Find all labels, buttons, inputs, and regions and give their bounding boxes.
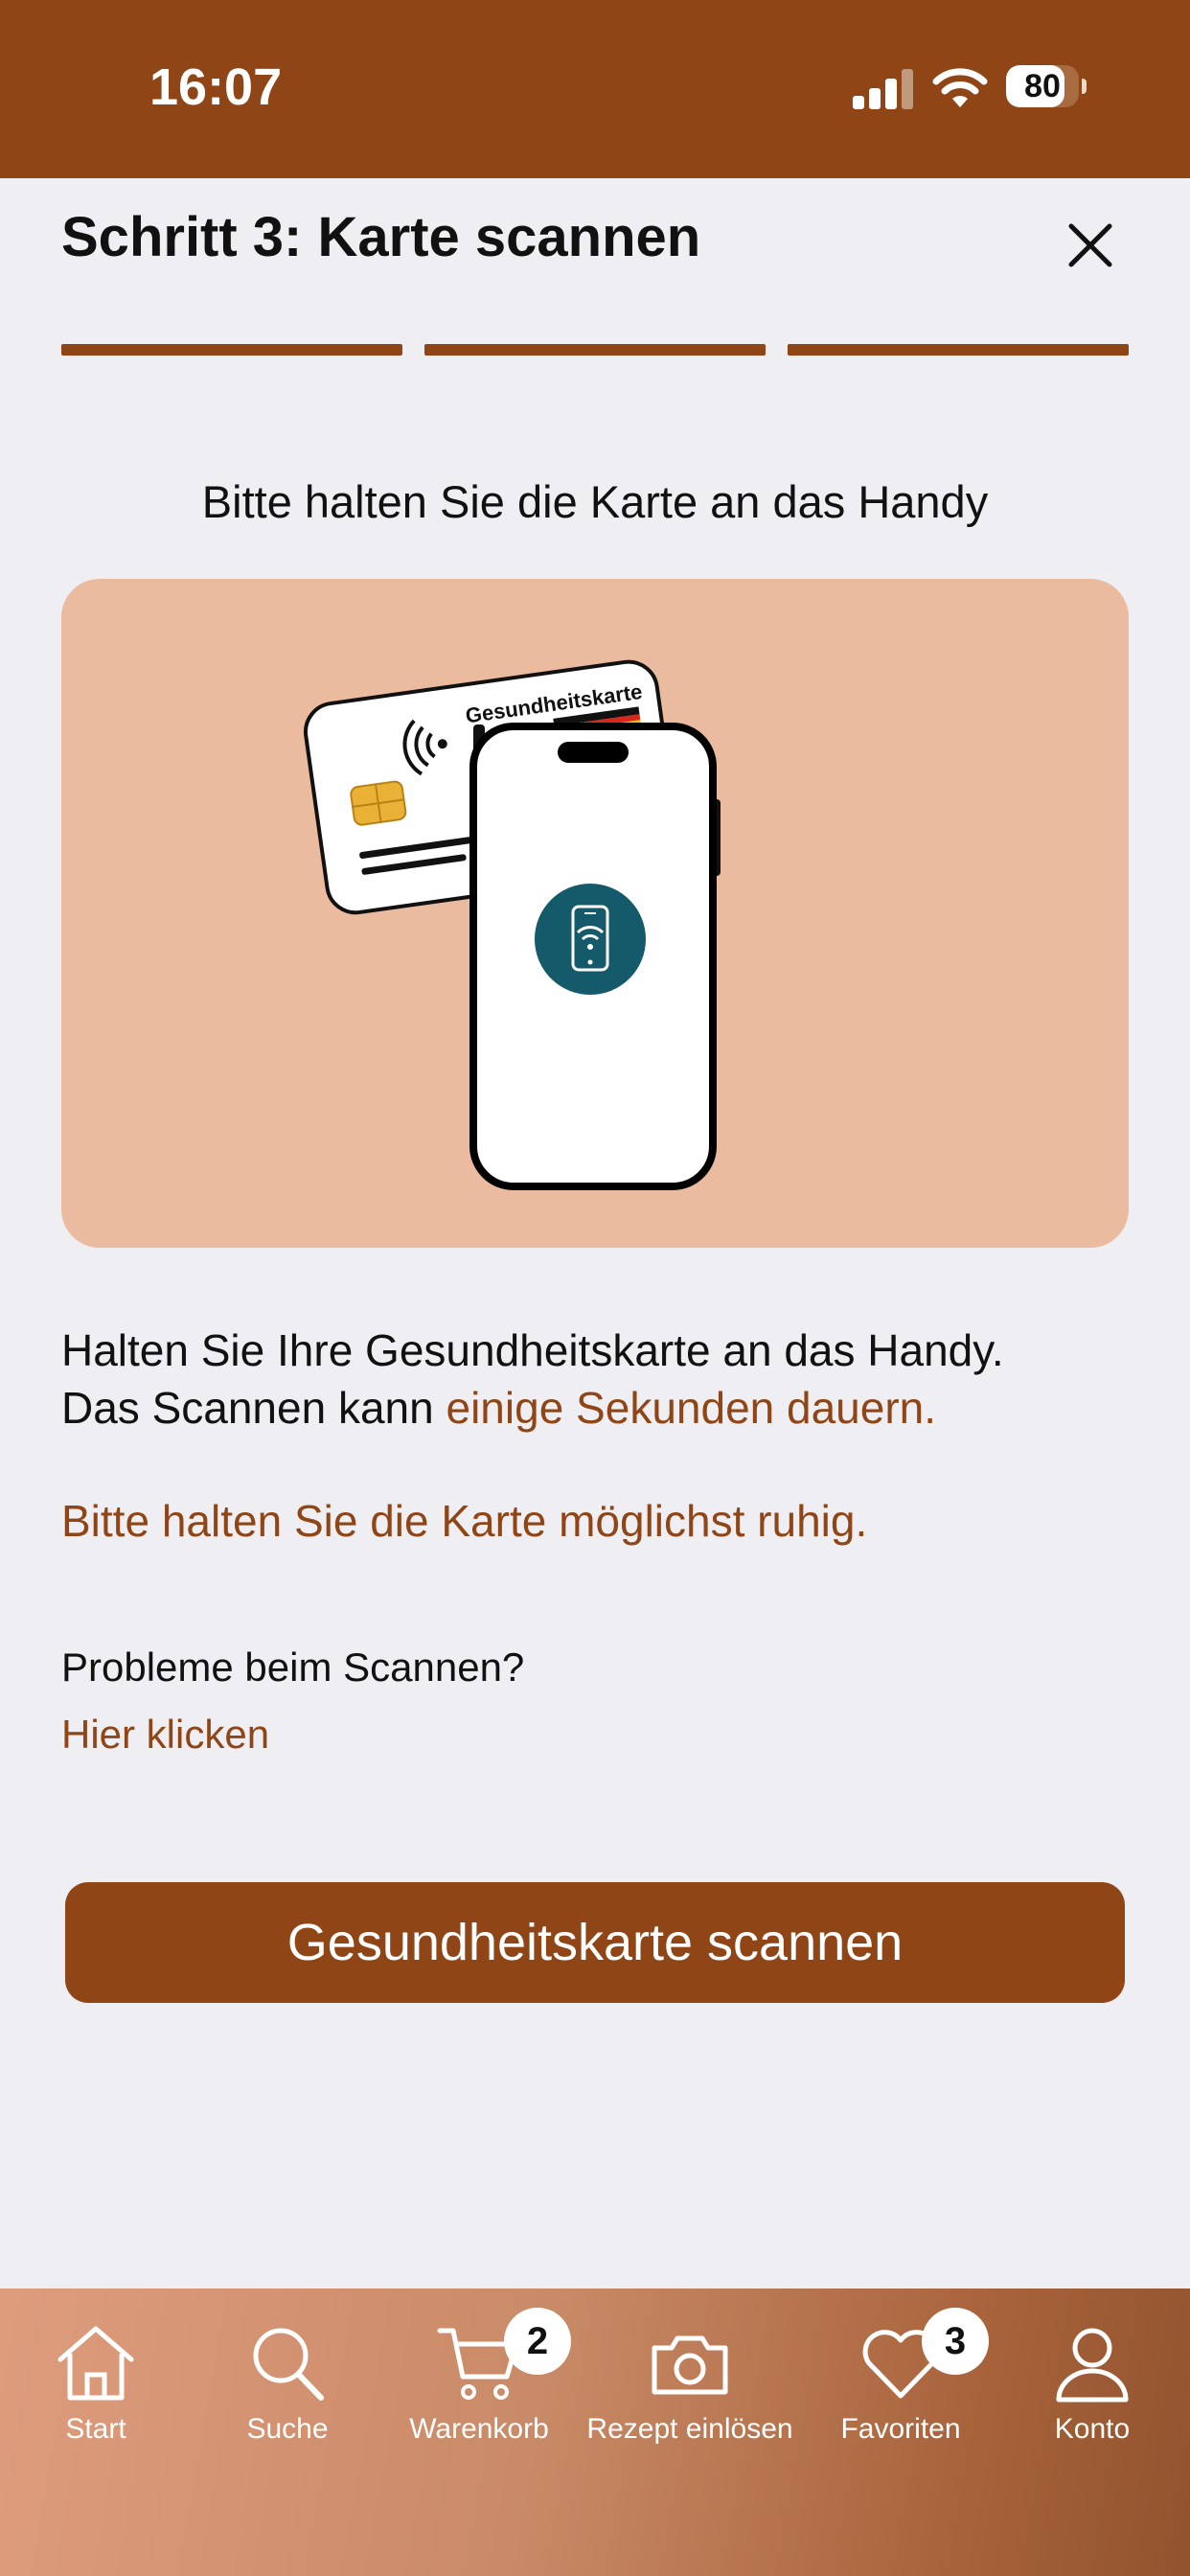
tab-favoriten[interactable]: 3 Favoriten xyxy=(834,2288,989,2461)
description-line-2: Das Scannen kann einige Sekunden dauern. xyxy=(61,1382,936,1434)
tab-label: Start xyxy=(65,2413,126,2445)
tab-label: Warenkorb xyxy=(409,2413,549,2445)
step-progress xyxy=(61,344,1129,356)
close-icon[interactable] xyxy=(1064,218,1117,272)
user-icon xyxy=(1056,2328,1129,2403)
battery-indicator: 80 xyxy=(1006,65,1087,107)
description-line-1: Halten Sie Ihre Gesundheitskarte an das … xyxy=(61,1325,1004,1375)
progress-step-2 xyxy=(424,344,766,356)
tab-label: Konto xyxy=(1054,2413,1131,2445)
scan-problems-label: Probleme beim Scannen? xyxy=(61,1644,525,1690)
cellular-signal-icon xyxy=(853,69,913,109)
tab-start[interactable]: Start xyxy=(38,2288,153,2461)
search-icon xyxy=(253,2328,324,2401)
tab-label: Suche xyxy=(246,2413,329,2445)
status-bar: 16:07 80 xyxy=(0,0,1190,178)
progress-step-3 xyxy=(788,344,1129,356)
page-title: Schritt 3: Karte scannen xyxy=(61,206,701,268)
cart-badge: 2 xyxy=(504,2308,571,2375)
tab-label: Rezept einlösen xyxy=(586,2413,793,2445)
description-accent: einige Sekunden dauern. xyxy=(446,1383,937,1433)
scan-card-button[interactable]: Gesundheitskarte scannen xyxy=(65,1882,1125,2003)
phone-image xyxy=(469,723,721,1190)
tab-suche[interactable]: Suche xyxy=(230,2288,345,2461)
progress-step-1 xyxy=(61,344,402,356)
instruction-heading: Bitte halten Sie die Karte an das Handy xyxy=(201,476,989,527)
camera-icon xyxy=(652,2335,728,2395)
help-link[interactable]: Hier klicken xyxy=(61,1712,269,1758)
tab-rezept-einloesen[interactable]: Rezept einlösen xyxy=(575,2288,805,2461)
wifi-icon xyxy=(932,68,988,107)
status-time: 16:07 xyxy=(149,58,283,116)
scan-illustration: Gesundheitskarte xyxy=(61,579,1129,1248)
tab-konto[interactable]: Konto xyxy=(1035,2288,1150,2461)
tab-label: Favoriten xyxy=(840,2413,961,2445)
hold-steady-note: Bitte halten Sie die Karte möglichst ruh… xyxy=(61,1496,868,1546)
description-prefix: Das Scannen kann xyxy=(61,1383,446,1433)
favorites-badge: 3 xyxy=(922,2308,989,2375)
battery-percentage: 80 xyxy=(1024,68,1061,104)
home-icon xyxy=(57,2326,134,2401)
tab-bar: Start Suche 2 Warenkorb Rezept einlösen … xyxy=(0,2288,1190,2576)
tab-warenkorb[interactable]: 2 Warenkorb xyxy=(402,2288,571,2461)
